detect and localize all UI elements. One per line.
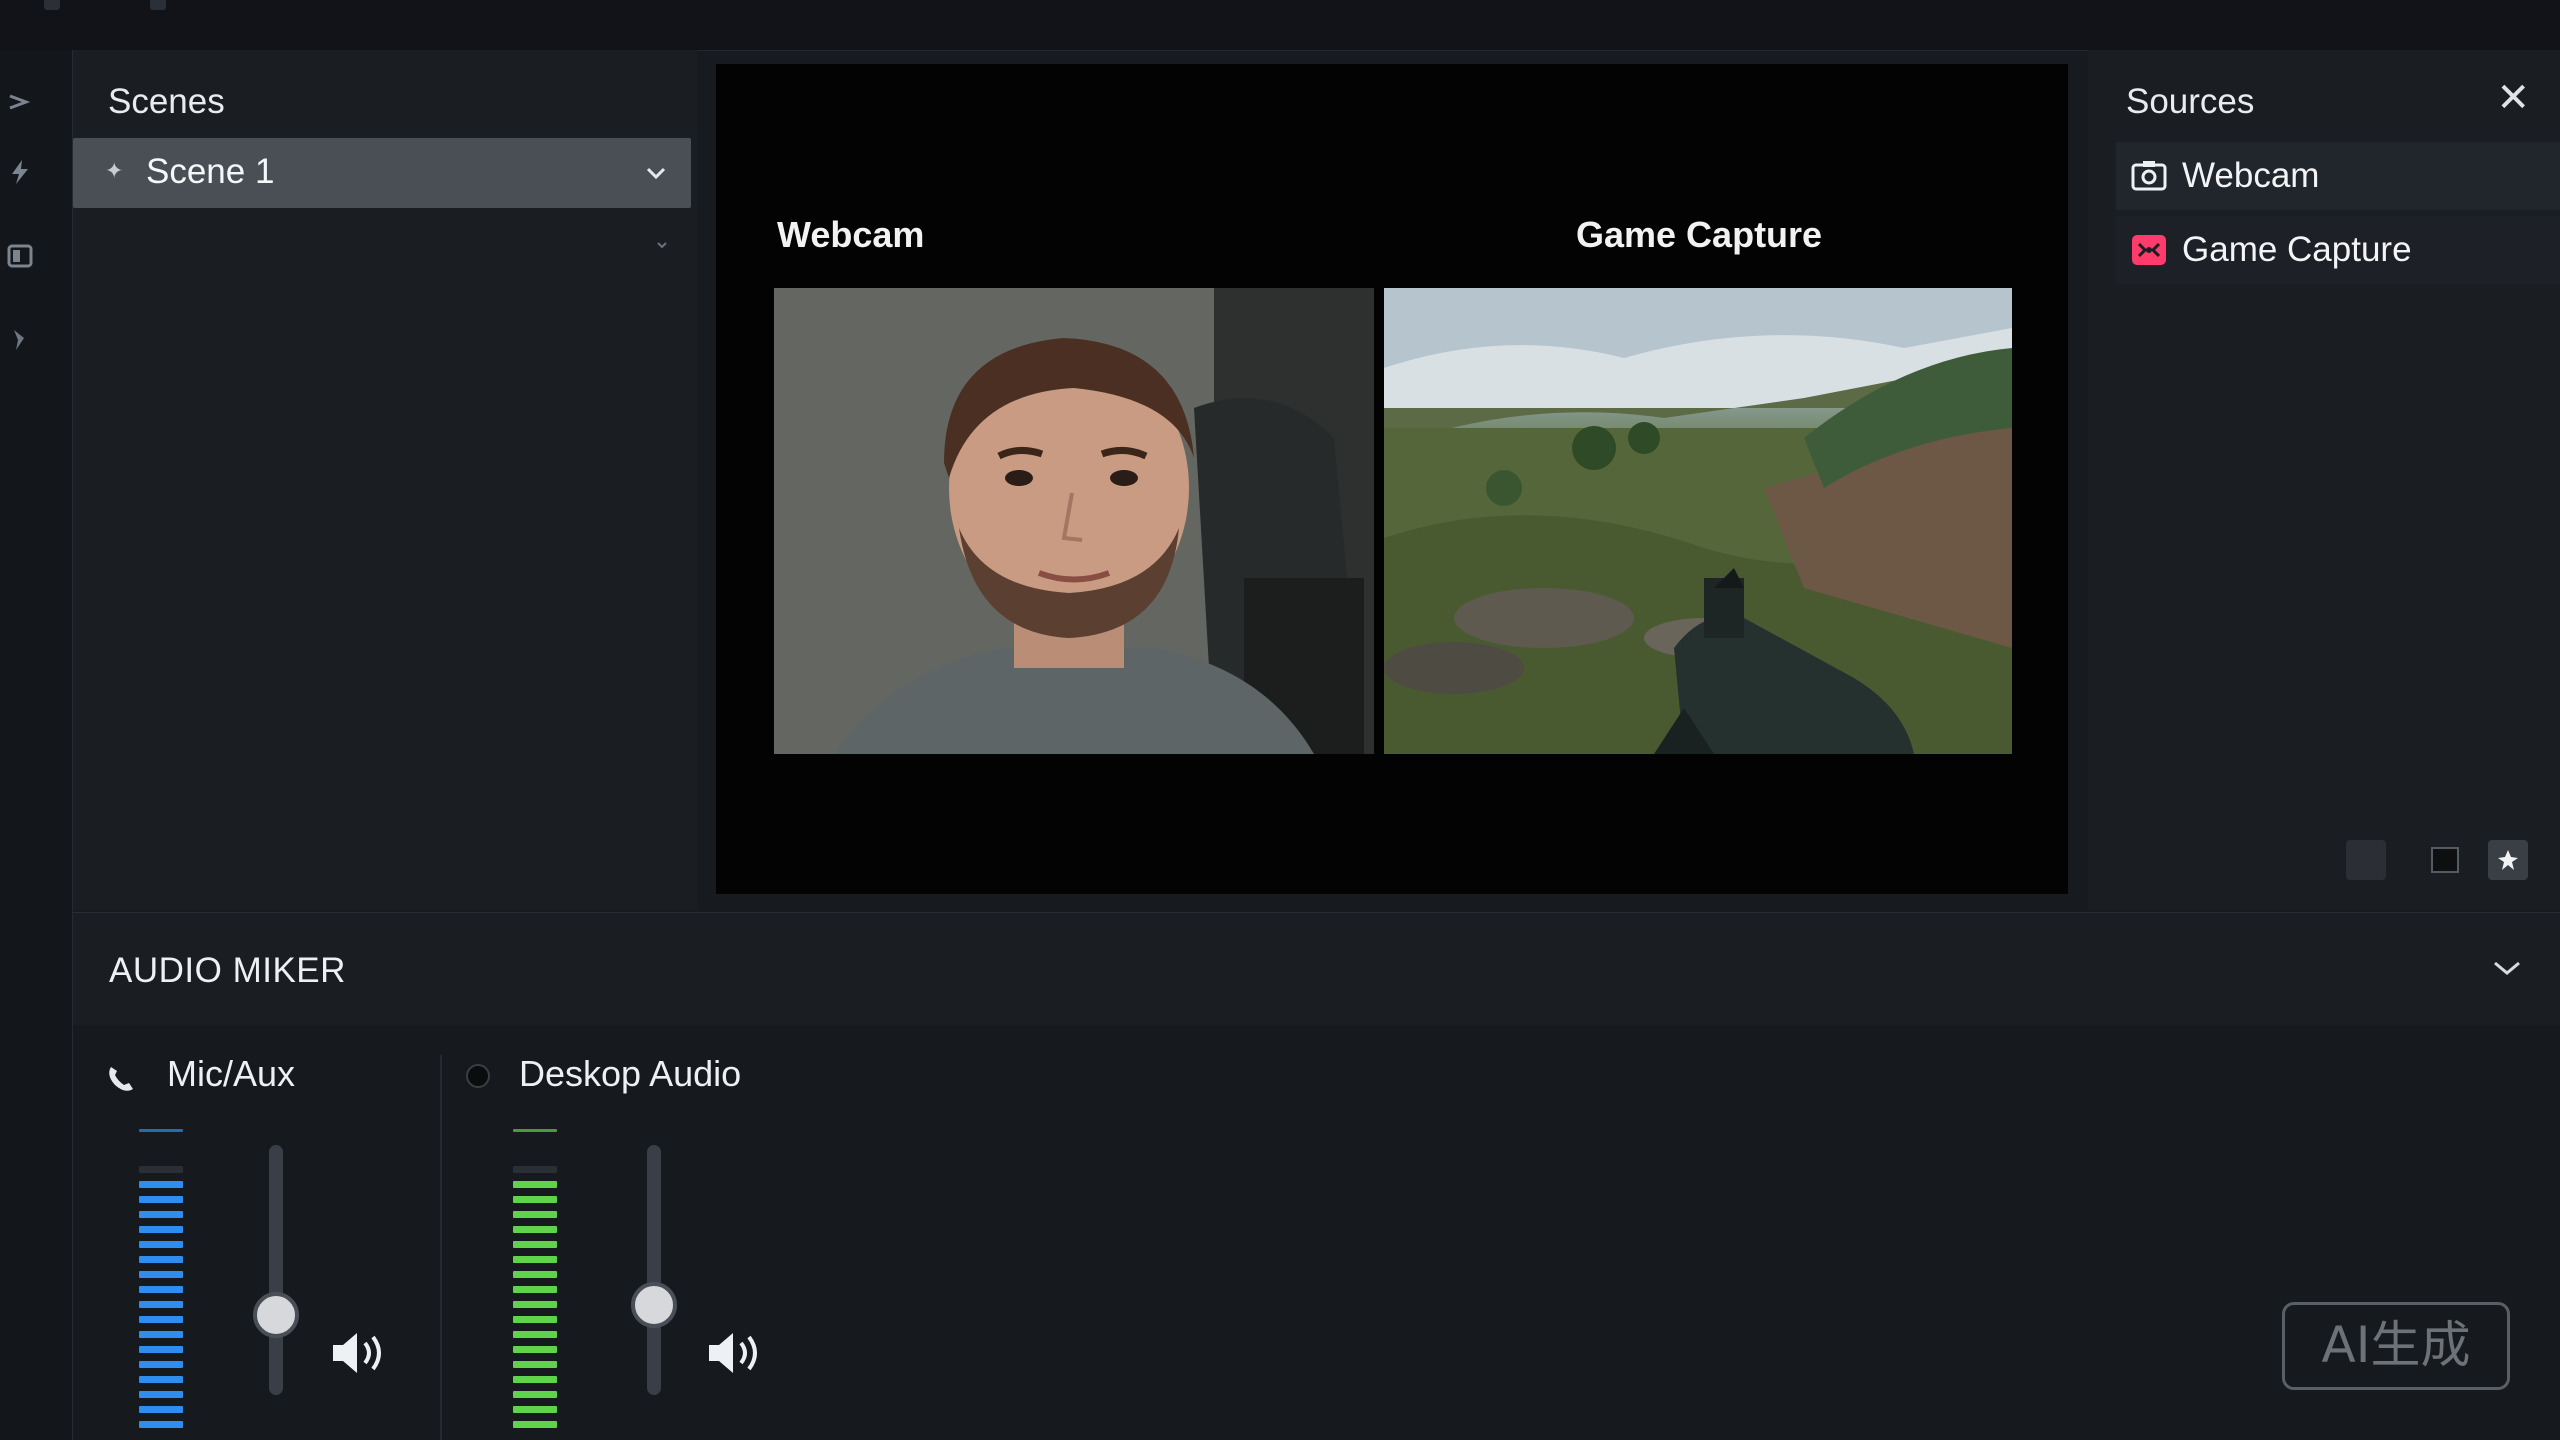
- mic-aux-level-meter: [139, 1129, 183, 1429]
- scene-label: Scene 1: [146, 152, 275, 191]
- source-label: Webcam: [2182, 156, 2320, 195]
- meter-segment: [513, 1286, 557, 1293]
- title-bar: [0, 0, 2560, 51]
- meter-segment: [139, 1241, 183, 1248]
- lightning-icon[interactable]: [6, 158, 34, 186]
- layout-icon[interactable]: [6, 242, 34, 270]
- meter-segment: [513, 1241, 557, 1248]
- meter-segment: [139, 1346, 183, 1353]
- arrow-icon[interactable]: [6, 88, 34, 116]
- mic-aux-label: Mic/Aux: [167, 1053, 296, 1094]
- meter-segment: [139, 1226, 183, 1233]
- meter-segment: [139, 1406, 183, 1413]
- phone-icon: [103, 1061, 139, 1102]
- meter-segment: [139, 1256, 183, 1263]
- desktop-audio-volume-slider[interactable]: [631, 1282, 677, 1328]
- source-label: Game Capture: [2182, 230, 2412, 269]
- mic-aux-volume-slider[interactable]: [253, 1292, 299, 1338]
- meter-segment: [513, 1301, 557, 1308]
- meter-segment: [513, 1271, 557, 1278]
- desktop-audio-level-meter: [513, 1129, 557, 1429]
- audio-mixer-title: AUDIO MIKER: [109, 951, 346, 990]
- ai-generated-watermark: AI生成: [2282, 1302, 2510, 1390]
- meter-segment: [139, 1376, 183, 1383]
- meter-segment: [513, 1331, 557, 1338]
- meter-peak-line: [139, 1129, 183, 1132]
- meter-segment: [513, 1226, 557, 1233]
- scenes-panel: Scenes ✦ Scene 1: [73, 50, 697, 910]
- meter-segment: [513, 1421, 557, 1428]
- mic-aux-mute-speaker-icon[interactable]: [329, 1325, 389, 1381]
- meter-segment: [139, 1211, 183, 1218]
- meter-segment: [513, 1391, 557, 1398]
- meter-segment: [139, 1316, 183, 1323]
- settings-button[interactable]: [2488, 840, 2528, 880]
- webcam-feed[interactable]: [774, 288, 1374, 754]
- meter-segment: [139, 1301, 183, 1308]
- meter-peak-line: [513, 1129, 557, 1132]
- meter-segment: [139, 1391, 183, 1398]
- desktop-audio-label: Deskop Audio: [519, 1053, 742, 1094]
- source-item-webcam[interactable]: Webcam: [2116, 142, 2560, 210]
- source-item-game-capture[interactable]: Game Capture: [2116, 216, 2560, 284]
- webcam-preview-label: Webcam: [777, 214, 925, 255]
- meter-segment: [513, 1196, 557, 1203]
- tool-icon[interactable]: [6, 326, 34, 354]
- expand-icon: ✦: [105, 158, 124, 183]
- meter-segment: [513, 1256, 557, 1263]
- meter-segment: [513, 1316, 557, 1323]
- gamepad-icon: [2130, 232, 2168, 268]
- meter-segment: [513, 1211, 557, 1218]
- meter-segment: [139, 1181, 183, 1188]
- audio-mixer-header: AUDIO MIKER: [73, 912, 2560, 1026]
- camera-icon: [2130, 158, 2168, 194]
- meter-segment: [139, 1286, 183, 1293]
- scenes-title: Scenes: [108, 82, 225, 121]
- meter-segment: [513, 1346, 557, 1353]
- preview-canvas[interactable]: Webcam Game Capture: [716, 64, 2068, 894]
- meter-segment: [139, 1421, 183, 1428]
- scene-item-scene-1[interactable]: ✦ Scene 1: [73, 138, 691, 208]
- game-capture-feed[interactable]: [1384, 288, 2012, 754]
- meter-segment: [139, 1196, 183, 1203]
- sources-panel: Sources ✕ Webcam Game Capture: [2088, 50, 2560, 910]
- chevron-down-icon[interactable]: [643, 160, 669, 191]
- channel-divider: [440, 1055, 442, 1440]
- meter-segment: [139, 1166, 183, 1173]
- meter-segment: [139, 1361, 183, 1368]
- meter-segment: [513, 1376, 557, 1383]
- window-control-ghost: [44, 0, 60, 10]
- game-capture-preview-label: Game Capture: [1576, 214, 1823, 255]
- mic-aux-volume-track[interactable]: [269, 1145, 283, 1395]
- window-control-ghost: [150, 0, 166, 10]
- meter-segment: [513, 1406, 557, 1413]
- desktop-audio-volume-track[interactable]: [647, 1145, 661, 1395]
- meter-segment: [139, 1331, 183, 1338]
- desktop-audio-mute-speaker-icon[interactable]: [705, 1325, 765, 1381]
- record-dot-icon: [465, 1063, 491, 1094]
- small-chevron-down-icon[interactable]: [655, 238, 669, 257]
- meter-segment: [139, 1271, 183, 1278]
- toolbar-button[interactable]: [2346, 840, 2386, 880]
- meter-segment: [513, 1361, 557, 1368]
- close-icon[interactable]: ✕: [2496, 78, 2530, 118]
- meter-segment: [513, 1166, 557, 1173]
- sources-title: Sources: [2126, 82, 2255, 121]
- layout-button[interactable]: [2424, 840, 2464, 880]
- meter-segment: [513, 1181, 557, 1188]
- collapse-mixer-icon[interactable]: [2492, 957, 2522, 984]
- left-tool-rail: [0, 50, 73, 1440]
- audio-mixer: Mic/Aux Deskop Audio: [73, 1025, 2560, 1440]
